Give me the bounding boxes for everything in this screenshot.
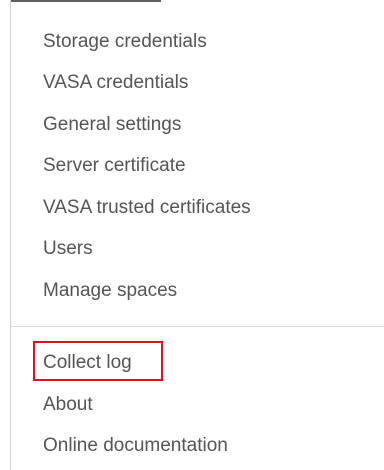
menu-divider bbox=[11, 326, 384, 327]
menu-item-vasa-credentials[interactable]: VASA credentials bbox=[43, 71, 188, 95]
menu-item-server-certificate[interactable]: Server certificate bbox=[43, 154, 186, 178]
menu-item-users[interactable]: Users bbox=[43, 237, 93, 261]
menu-item-vasa-trusted-certificates[interactable]: VASA trusted certificates bbox=[43, 196, 251, 220]
menu-item-about[interactable]: About bbox=[43, 393, 93, 417]
settings-dropdown-menu: Storage credentials VASA credentials Gen… bbox=[10, 0, 384, 470]
menu-item-online-documentation[interactable]: Online documentation bbox=[43, 434, 228, 458]
menu-item-storage-credentials[interactable]: Storage credentials bbox=[43, 30, 207, 54]
menu-item-collect-log[interactable]: Collect log bbox=[43, 351, 132, 375]
menu-item-manage-spaces[interactable]: Manage spaces bbox=[43, 279, 177, 303]
menu-anchor-bar bbox=[11, 0, 161, 2]
menu-item-general-settings[interactable]: General settings bbox=[43, 113, 181, 137]
